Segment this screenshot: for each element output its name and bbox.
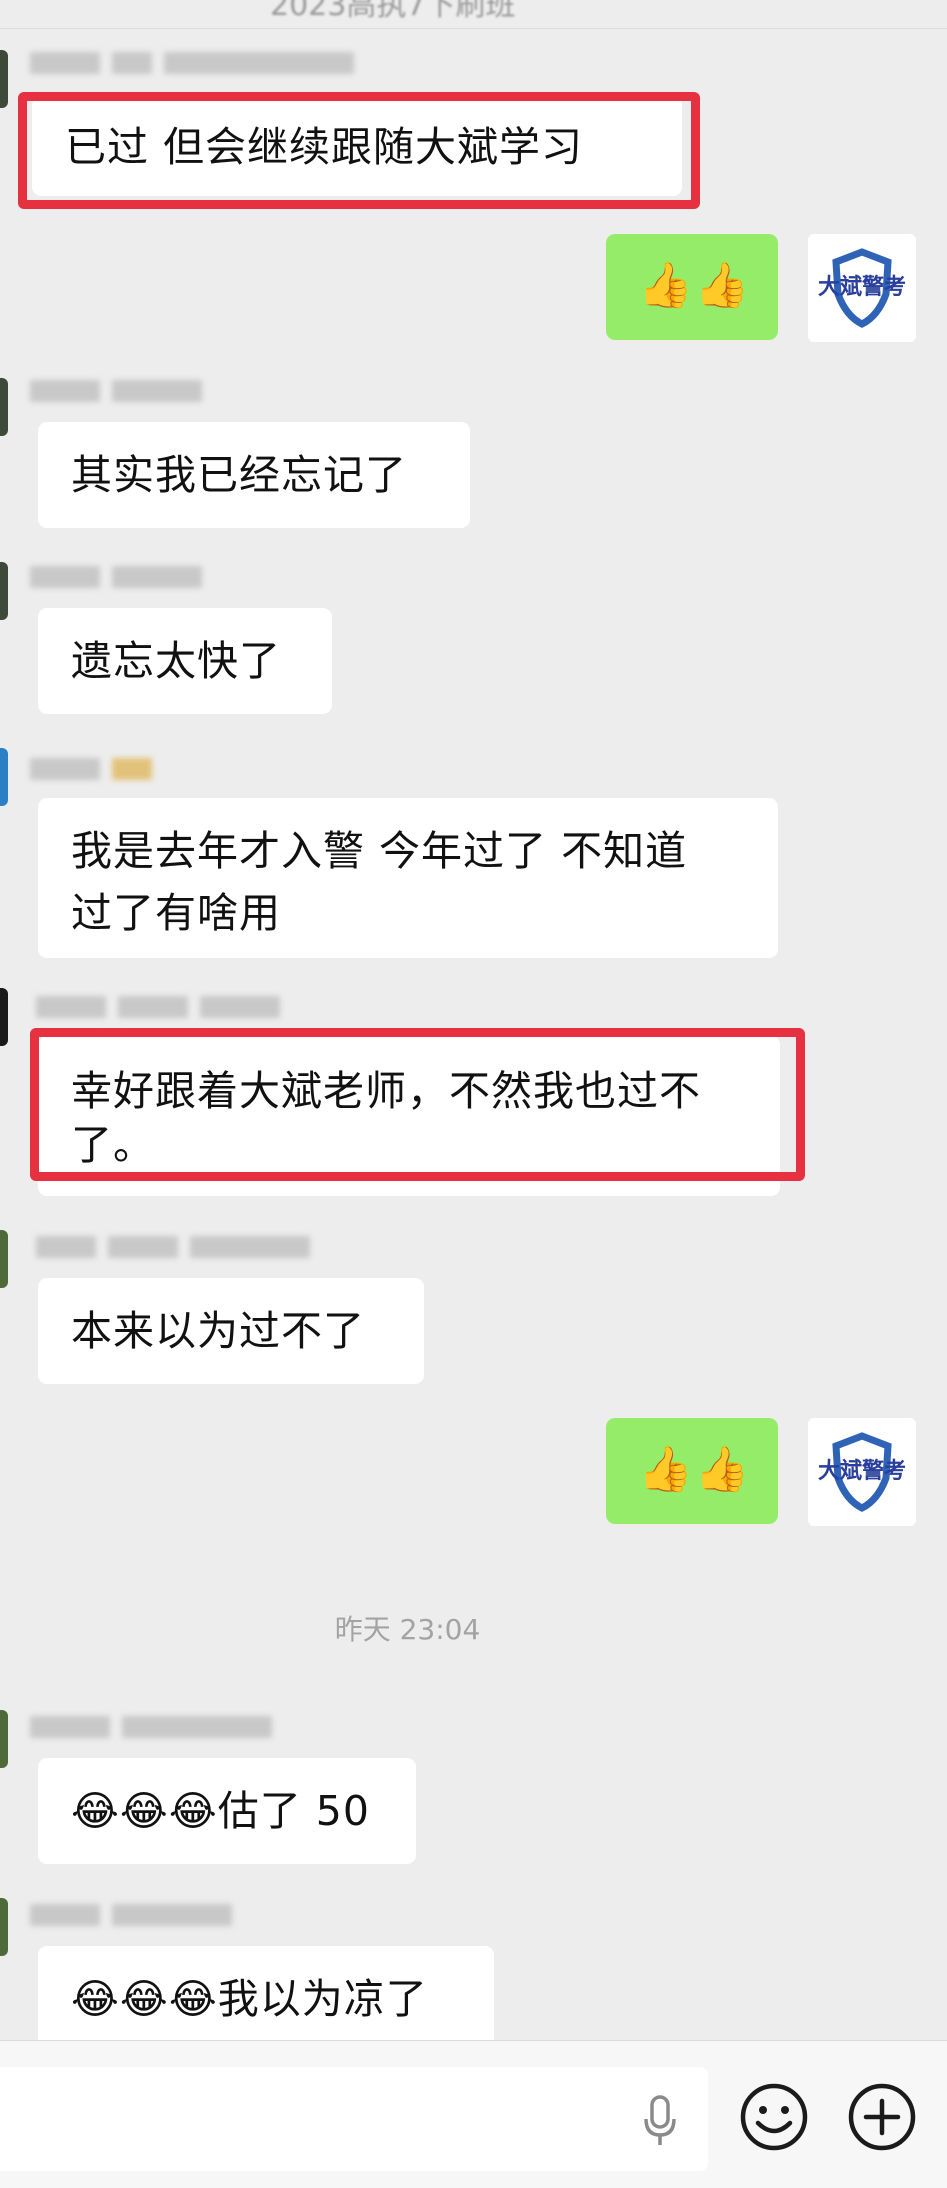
message-text: 😂😂😂我以为凉了	[71, 1975, 428, 2023]
plus-circle-icon[interactable]	[846, 2081, 918, 2153]
message-text: 遗忘太快了	[71, 637, 281, 685]
avatar[interactable]	[0, 378, 8, 436]
avatar[interactable]	[0, 50, 8, 108]
shield-logo-icon: 大斌警考	[818, 1432, 906, 1512]
sender-name	[30, 758, 152, 784]
brand-avatar[interactable]: 大斌警考	[808, 1418, 916, 1526]
chat-top-divider: 2023高执7下刷班	[0, 0, 947, 29]
message-text-line: 过了有啥用	[71, 889, 281, 937]
highlight-box	[30, 1028, 805, 1181]
message-bubble[interactable]: 😂😂😂我以为凉了	[38, 1946, 494, 2052]
sender-name	[30, 1904, 232, 1930]
avatar[interactable]	[0, 1230, 8, 1288]
message-bubble[interactable]: 我是去年才入警 今年过了 不知道 过了有啥用	[38, 798, 778, 958]
svg-text:大斌警考: 大斌警考	[818, 274, 906, 300]
message-text: 本来以为过不了	[71, 1307, 365, 1355]
avatar[interactable]	[0, 988, 8, 1046]
shield-logo-icon: 大斌警考	[818, 248, 906, 328]
message-input[interactable]	[0, 2067, 708, 2171]
message-bubble[interactable]: 遗忘太快了	[38, 608, 332, 714]
own-message-bubble[interactable]: 👍👍	[606, 1418, 778, 1524]
svg-text:大斌警考: 大斌警考	[818, 1458, 906, 1484]
thumbs-up-icon: 👍👍	[638, 1444, 752, 1495]
brand-avatar[interactable]: 大斌警考	[808, 234, 916, 342]
sender-name	[30, 52, 354, 78]
message-text-line: 我是去年才入警 今年过了 不知道	[71, 827, 688, 875]
avatar[interactable]	[0, 1898, 8, 1956]
avatar[interactable]	[0, 748, 8, 806]
sender-name	[30, 380, 202, 406]
sender-name	[36, 996, 280, 1022]
message-text: 其实我已经忘记了	[71, 451, 407, 499]
thumbs-up-icon: 👍👍	[638, 260, 752, 311]
group-name-text: 2023高执7下刷班	[270, 0, 516, 23]
message-bubble[interactable]: 其实我已经忘记了	[38, 422, 470, 528]
smiley-icon[interactable]	[738, 2081, 810, 2153]
message-bubble[interactable]: 😂😂😂估了 50	[38, 1758, 416, 1864]
sender-name	[36, 1236, 310, 1262]
chat-input-bar	[0, 2040, 947, 2188]
message-bubble[interactable]: 本来以为过不了	[38, 1278, 424, 1384]
avatar[interactable]	[0, 562, 8, 620]
avatar[interactable]	[0, 1710, 8, 1768]
highlight-box	[18, 92, 700, 209]
own-message-bubble[interactable]: 👍👍	[606, 234, 778, 340]
microphone-icon[interactable]	[640, 2093, 680, 2149]
message-text: 😂😂😂估了 50	[71, 1787, 370, 1835]
sender-name	[30, 566, 202, 592]
sender-name	[30, 1716, 272, 1742]
chat-timestamp: 昨天 23:04	[334, 1613, 481, 1646]
